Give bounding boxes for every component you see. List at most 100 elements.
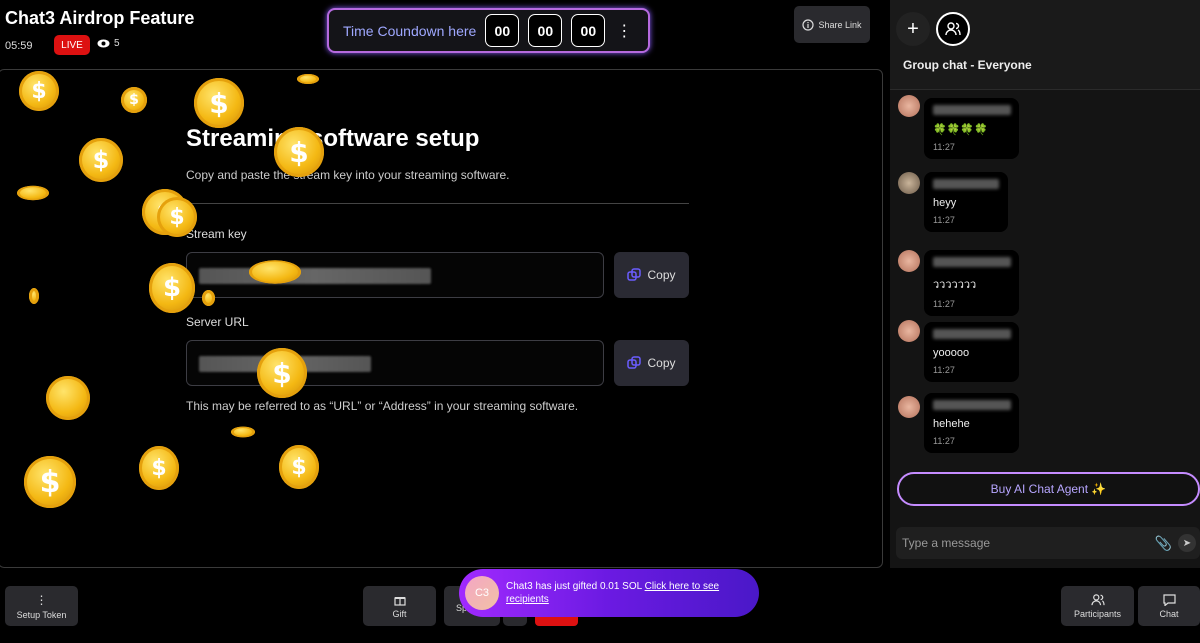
gift-notification-toast: C3 Chat3 has just gifted 0.01 SOL Click … xyxy=(459,569,759,617)
buy-ai-chat-agent-button[interactable]: Buy AI Chat Agent ✨ xyxy=(897,472,1200,506)
group-chat-title: Group chat - Everyone xyxy=(903,58,1032,72)
avatar xyxy=(898,172,920,194)
sender-name-redacted xyxy=(933,179,999,189)
divider xyxy=(186,203,689,204)
chat3-avatar: C3 xyxy=(465,576,499,610)
message-input[interactable] xyxy=(902,533,1152,553)
stream-key-field[interactable] xyxy=(186,252,604,298)
coin-icon: $ xyxy=(274,127,324,177)
coin-icon: $ xyxy=(279,445,319,489)
toast-text: Chat3 has just gifted 0.01 SOL xyxy=(506,580,645,592)
share-link-label: Share Link xyxy=(818,19,862,30)
coin-icon: $ xyxy=(257,348,307,398)
coin-icon xyxy=(297,74,319,84)
coin-icon: $ xyxy=(121,87,147,113)
sender-name-redacted xyxy=(933,400,1011,410)
coin-icon xyxy=(249,260,301,284)
countdown-hours: 00 xyxy=(485,14,520,47)
chat-message: 🍀🍀🍀🍀 11:27 xyxy=(924,98,1019,159)
chat-button[interactable]: Chat xyxy=(1138,586,1200,626)
copy-label: Copy xyxy=(647,356,676,370)
stream-key-label: Stream key xyxy=(186,227,247,241)
viewer-count-value: 5 xyxy=(114,38,120,49)
chat-header: + Group chat - Everyone xyxy=(890,0,1200,90)
setup-hint: This may be referred to as “URL” or “Add… xyxy=(186,399,579,413)
gift-icon xyxy=(393,596,406,606)
copy-icon xyxy=(627,268,642,281)
coin-icon xyxy=(202,290,215,306)
gift-label: Gift xyxy=(392,608,407,619)
group-members-button[interactable] xyxy=(936,12,970,46)
message-time: 11:27 xyxy=(933,142,955,152)
send-icon[interactable]: ➤ xyxy=(1178,534,1196,552)
viewer-count: 5 xyxy=(97,38,120,49)
server-url-field[interactable] xyxy=(186,340,604,386)
share-link-button[interactable]: Share Link xyxy=(794,6,870,43)
stream-setup-panel: Streaming software setup Copy and paste … xyxy=(0,69,883,568)
chat-message: yooooo 11:27 xyxy=(924,322,1019,382)
coin-icon: $ xyxy=(149,263,195,313)
eye-icon xyxy=(97,39,110,48)
coin-icon: $ xyxy=(157,197,197,237)
setup-token-label: Setup Token xyxy=(16,609,67,620)
message-text: ววววววว xyxy=(933,279,977,291)
sender-name-redacted xyxy=(933,329,1011,339)
message-text: hehehe xyxy=(933,418,970,430)
more-vertical-icon: ⋮ xyxy=(35,592,48,607)
copy-server-url-button[interactable]: Copy xyxy=(614,340,689,386)
avatar xyxy=(898,396,920,418)
users-icon xyxy=(945,22,961,36)
message-time: 11:27 xyxy=(933,365,955,375)
elapsed-time: 05:59 xyxy=(5,40,33,52)
toast-message: Chat3 has just gifted 0.01 SOL Click her… xyxy=(506,580,759,607)
message-text: yooooo xyxy=(933,347,970,359)
participants-button[interactable]: Participants xyxy=(1061,586,1134,626)
chat-label: Chat xyxy=(1159,608,1179,619)
avatar xyxy=(898,95,920,117)
message-text: 🍀🍀🍀🍀 xyxy=(933,124,988,136)
avatar xyxy=(898,320,920,342)
chat-panel: + Group chat - Everyone 🍀🍀🍀🍀 11:27 heyy … xyxy=(890,0,1200,568)
info-icon xyxy=(802,18,815,31)
message-text: heyy xyxy=(933,197,957,209)
setup-title: Streaming software setup xyxy=(186,125,480,152)
coin-icon xyxy=(29,288,39,304)
chat-message: ววววววว 11:27 xyxy=(924,250,1019,316)
live-badge: LIVE xyxy=(54,35,90,55)
chat-message: hehehe 11:27 xyxy=(924,393,1019,453)
participants-label: Participants xyxy=(1073,608,1122,619)
copy-label: Copy xyxy=(647,268,676,282)
sender-name-redacted xyxy=(933,257,1011,267)
countdown-seconds: 00 xyxy=(571,14,606,47)
chat-bubble-icon xyxy=(1162,593,1176,606)
message-time: 11:27 xyxy=(933,436,955,446)
setup-token-button[interactable]: ⋮ Setup Token xyxy=(5,586,78,626)
copy-stream-key-button[interactable]: Copy xyxy=(614,252,689,298)
countdown-label: Time Coundown here xyxy=(343,22,477,39)
coin-icon: $ xyxy=(24,456,76,508)
plus-icon: + xyxy=(907,17,919,40)
message-input-bar: 📎 ➤ xyxy=(896,527,1200,559)
stream-key-value-redacted xyxy=(199,268,431,284)
gift-button[interactable]: Gift xyxy=(363,586,436,626)
more-options-icon[interactable]: ⋮ xyxy=(616,21,632,41)
countdown-minutes: 00 xyxy=(528,14,563,47)
server-url-label: Server URL xyxy=(186,315,249,329)
paperclip-icon[interactable]: 📎 xyxy=(1155,535,1172,552)
chat-message: heyy 11:27 xyxy=(924,172,1008,232)
page-title: Chat3 Airdrop Feature xyxy=(5,8,195,28)
avatar xyxy=(898,250,920,272)
message-time: 11:27 xyxy=(933,299,955,309)
coin-icon: $ xyxy=(139,446,179,490)
copy-icon xyxy=(627,356,642,369)
coin-icon: $ xyxy=(79,138,123,182)
users-icon xyxy=(1090,593,1105,605)
sender-name-redacted xyxy=(933,105,1011,115)
message-time: 11:27 xyxy=(933,215,955,225)
coin-icon: $ xyxy=(19,71,59,111)
coin-icon: $ xyxy=(194,78,244,128)
add-button[interactable]: + xyxy=(896,12,930,46)
countdown-timer: Time Coundown here 00 00 00 ⋮ xyxy=(327,8,650,53)
setup-subtitle: Copy and paste the stream key into your … xyxy=(186,168,510,182)
coin-icon xyxy=(231,426,255,438)
